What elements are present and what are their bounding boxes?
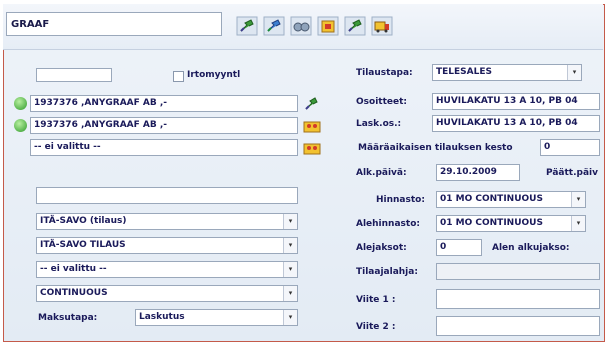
region-select-value: ITÄ-SAVO (tilaus) bbox=[40, 216, 127, 226]
start-date-field[interactable]: 29.10.2009 bbox=[436, 164, 520, 181]
billing-address-label: Lask.os.: bbox=[356, 119, 402, 129]
chevron-down-icon[interactable]: ▾ bbox=[283, 310, 297, 325]
folder-icon[interactable] bbox=[317, 16, 339, 36]
chevron-down-icon[interactable]: ▾ bbox=[571, 192, 585, 207]
reference-2-field[interactable] bbox=[436, 316, 600, 336]
payment-label: Maksutapa: bbox=[38, 313, 98, 323]
direct-sale-label: Irtomyyntl bbox=[187, 70, 241, 80]
discount-periods-field[interactable]: 0 bbox=[436, 239, 482, 256]
addresses-label: Osoitteet: bbox=[356, 97, 407, 107]
discount-list-value: 01 MO CONTINUOUS bbox=[440, 218, 543, 228]
address-field[interactable]: HUVILAKATU 13 A 10, PB 04 bbox=[432, 93, 600, 110]
customer-field-3[interactable]: -- ei valittu -- bbox=[30, 139, 298, 156]
customer-field-2[interactable]: 1937376 ,ANYGRAAF AB ,- bbox=[30, 117, 298, 134]
discount-list-label: Alehinnasto: bbox=[356, 219, 420, 229]
group-icon[interactable] bbox=[303, 118, 321, 134]
pin-green-2-icon[interactable] bbox=[344, 16, 366, 36]
discount-start-label: Alen alkujakso: bbox=[492, 243, 570, 253]
type-select-value: CONTINUOUS bbox=[40, 288, 108, 298]
direct-sale-checkbox[interactable] bbox=[173, 71, 184, 82]
chevron-down-icon[interactable]: ▾ bbox=[571, 216, 585, 231]
payment-select[interactable]: Laskutus ▾ bbox=[135, 309, 298, 326]
order-select[interactable]: ITÄ-SAVO TILAUS ▾ bbox=[36, 237, 298, 254]
order-method-select[interactable]: TELESALES ▾ bbox=[432, 64, 582, 81]
type-select[interactable]: CONTINUOUS ▾ bbox=[36, 285, 298, 302]
pin-small-icon[interactable] bbox=[303, 96, 321, 112]
status-ok-icon-2 bbox=[14, 119, 27, 132]
customer-field[interactable]: GRAAF bbox=[6, 12, 222, 36]
payment-select-value: Laskutus bbox=[139, 312, 185, 322]
option-select-value: -- ei valittu -- bbox=[40, 264, 107, 274]
customer-field-1[interactable]: 1937376 ,ANYGRAAF AB ,- bbox=[30, 95, 298, 112]
order-method-value: TELESALES bbox=[436, 67, 492, 77]
discount-periods-label: Alejaksot: bbox=[356, 243, 407, 253]
top-short-field[interactable] bbox=[36, 68, 112, 82]
price-list-select[interactable]: 01 MO CONTINUOUS ▾ bbox=[436, 191, 586, 208]
gift-field[interactable] bbox=[436, 263, 600, 280]
pin-blue-icon[interactable] bbox=[263, 16, 285, 36]
blank-field[interactable] bbox=[36, 187, 298, 204]
chevron-down-icon[interactable]: ▾ bbox=[283, 286, 297, 301]
discount-list-select[interactable]: 01 MO CONTINUOUS ▾ bbox=[436, 215, 586, 232]
option-select[interactable]: -- ei valittu -- ▾ bbox=[36, 261, 298, 278]
reference-1-label: Viite 1 : bbox=[356, 295, 396, 305]
region-select[interactable]: ITÄ-SAVO (tilaus) ▾ bbox=[36, 213, 298, 230]
order-select-value: ITÄ-SAVO TILAUS bbox=[40, 240, 126, 250]
reference-2-label: Viite 2 : bbox=[356, 322, 396, 332]
price-list-value: 01 MO CONTINUOUS bbox=[440, 194, 543, 204]
chevron-down-icon[interactable]: ▾ bbox=[283, 262, 297, 277]
chevron-down-icon[interactable]: ▾ bbox=[283, 238, 297, 253]
truck-icon[interactable] bbox=[371, 16, 393, 36]
gift-label: Tilaajalahja: bbox=[356, 267, 418, 277]
group-icon-2[interactable] bbox=[303, 140, 321, 156]
binoculars-icon[interactable] bbox=[290, 16, 312, 36]
order-method-label: Tilaustapa: bbox=[356, 68, 413, 78]
pin-green-icon[interactable] bbox=[236, 16, 258, 36]
duration-field[interactable]: 0 bbox=[540, 139, 600, 156]
start-date-label: Alk.päivä: bbox=[356, 168, 407, 178]
duration-label: Määräaikaisen tilauksen kesto bbox=[358, 143, 513, 153]
end-date-label: Päätt.päiv bbox=[546, 168, 598, 178]
price-list-label: Hinnasto: bbox=[376, 195, 425, 205]
status-ok-icon bbox=[14, 97, 27, 110]
reference-1-field[interactable] bbox=[436, 289, 600, 309]
billing-address-field[interactable]: HUVILAKATU 13 A 10, PB 04 bbox=[432, 115, 600, 132]
chevron-down-icon[interactable]: ▾ bbox=[283, 214, 297, 229]
chevron-down-icon[interactable]: ▾ bbox=[567, 65, 581, 80]
